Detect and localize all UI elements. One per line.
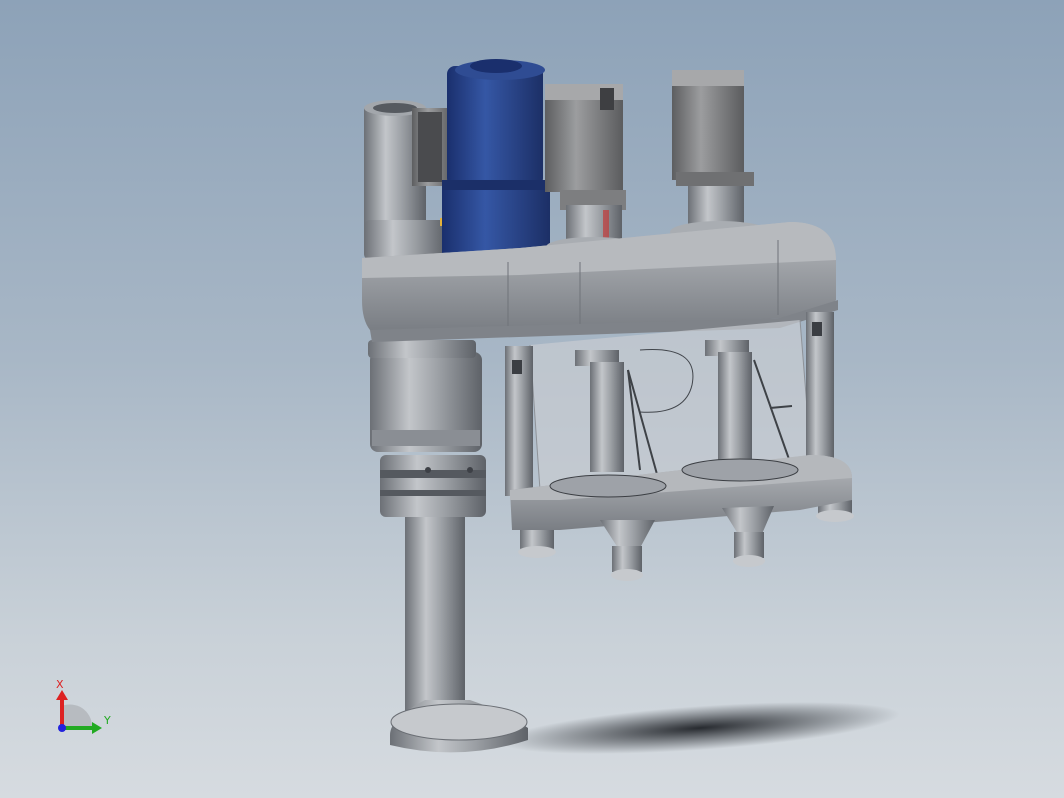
blue-motor[interactable] [442,59,550,264]
reference-triad: X Y [56,678,111,734]
triad-x-label: X [56,678,64,691]
triad-y-arrow [92,722,102,734]
triad-y-label: Y [103,714,111,727]
triad-x-arrow [56,690,68,700]
3d-model-view[interactable] [0,0,1064,798]
graphics-viewport[interactable]: X Y [0,0,1064,798]
main-column[interactable] [405,504,465,715]
triad-z-axis [58,724,66,732]
column-collar[interactable] [368,340,486,517]
servo-motor-right[interactable] [670,70,770,243]
motor-bracket[interactable] [412,108,452,186]
floor-shadow [500,701,900,755]
servo-motor-left[interactable] [545,84,642,257]
nozzle-right[interactable] [722,506,774,567]
nozzle-left[interactable] [600,520,655,581]
triad-plane [62,704,92,726]
